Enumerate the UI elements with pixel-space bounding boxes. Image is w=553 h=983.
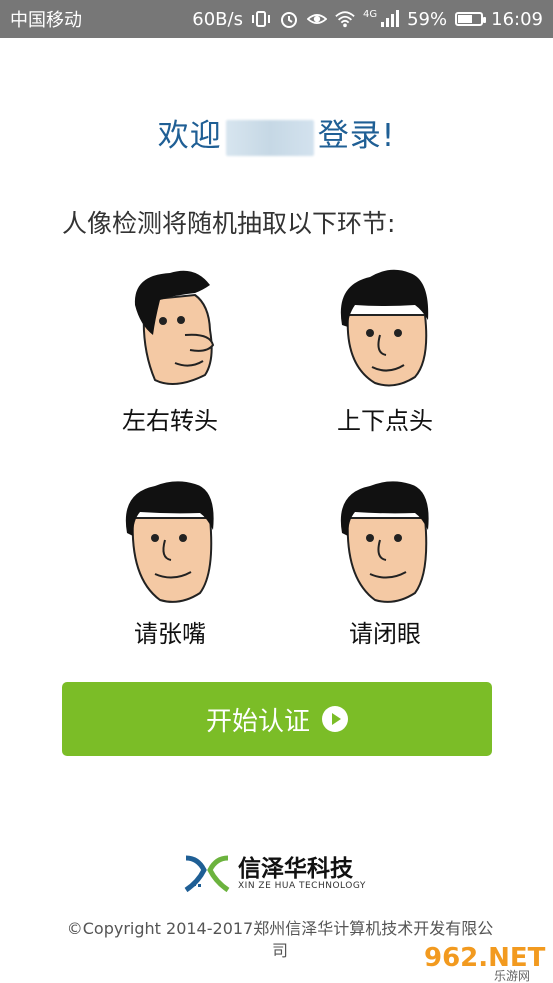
- face-nod-head: 上下点头: [310, 265, 460, 436]
- face-turn-head: 左右转头: [95, 265, 245, 436]
- vibrate-icon: [251, 11, 270, 27]
- open-mouth-icon: [125, 481, 214, 603]
- face-label-turn: 左右转头: [122, 407, 218, 435]
- alarm-icon: [280, 12, 297, 28]
- battery-icon: [455, 12, 487, 26]
- close-eyes-icon: [340, 481, 429, 603]
- face-close-eyes: 请闭眼: [310, 478, 460, 649]
- turn-head-icon: [134, 270, 215, 385]
- start-verification-button[interactable]: 开始认证: [62, 682, 492, 756]
- logo-english: XIN ZE HUA TECHNOLOGY: [238, 881, 366, 891]
- start-button-label: 开始认证: [205, 706, 310, 737]
- welcome-suffix: 登录!: [317, 118, 396, 154]
- play-circle-icon: [322, 706, 348, 732]
- xzh-logo-icon: [184, 855, 230, 893]
- wifi-icon: [335, 11, 355, 28]
- carrier-label: 中国移动: [10, 10, 82, 31]
- watermark-sub: 乐游网: [494, 969, 530, 982]
- eye-icon: [306, 14, 327, 24]
- face-open-mouth: 请张嘴: [95, 478, 245, 649]
- company-logo: 信泽华科技 XIN ZE HUA TECHNOLOGY: [184, 854, 366, 894]
- logo-name: 信泽华科技: [238, 856, 353, 882]
- intro-text: 人像检测将随机抽取以下环节:: [62, 209, 396, 238]
- nod-head-icon: [340, 269, 429, 387]
- network-speed: 60B/s: [192, 8, 243, 30]
- welcome-title: 欢迎 登录!: [0, 110, 553, 156]
- clock: 16:09: [491, 8, 543, 30]
- network-type: 4G: [362, 8, 378, 20]
- welcome-prefix: 欢迎: [157, 118, 222, 154]
- signal-icon: [381, 10, 400, 27]
- watermark-logo: 962.NET 乐游网: [420, 938, 548, 982]
- status-bar: 中国移动 60B/s 4G 59% 16:09: [0, 0, 553, 38]
- blurred-app-name: [225, 119, 314, 156]
- battery-percent: 59%: [407, 8, 448, 30]
- face-label-mouth: 请张嘴: [134, 620, 206, 648]
- face-label-eyes: 请闭眼: [349, 620, 421, 648]
- face-label-nod: 上下点头: [337, 407, 433, 435]
